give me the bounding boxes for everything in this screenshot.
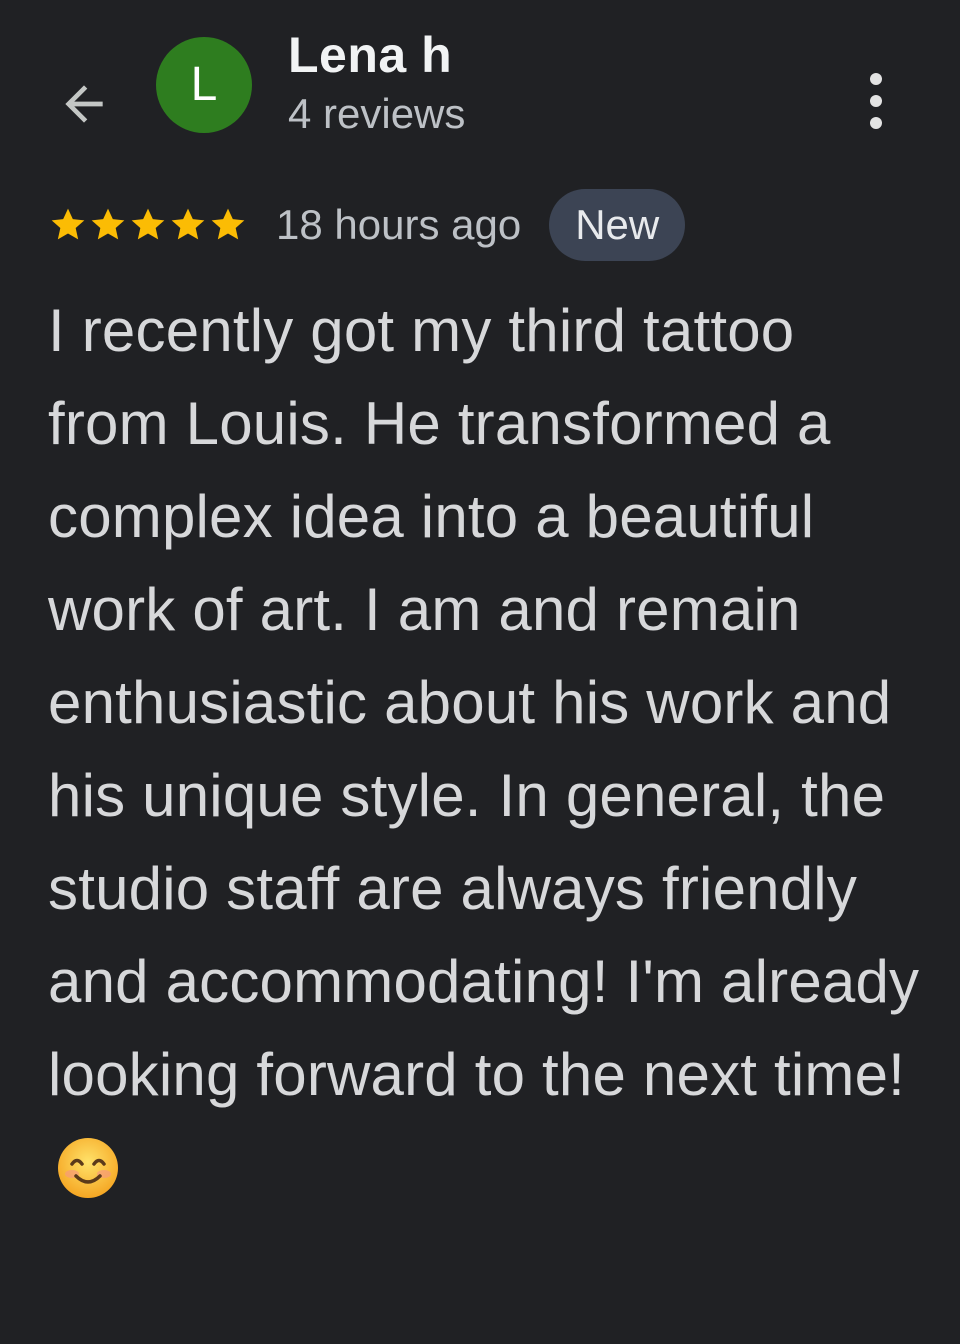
star-rating xyxy=(48,205,248,245)
back-button[interactable] xyxy=(52,72,116,136)
more-options-button[interactable] xyxy=(848,70,904,132)
review-count: 4 reviews xyxy=(288,90,466,137)
more-vertical-icon xyxy=(870,73,882,129)
arrow-back-icon xyxy=(65,85,103,123)
avatar[interactable]: L xyxy=(156,37,252,133)
star-icon xyxy=(211,208,245,240)
smiling-face-icon xyxy=(58,1138,118,1198)
reviewer-name[interactable]: Lena h xyxy=(288,26,452,84)
avatar-letter: L xyxy=(190,58,218,111)
review-time: 18 hours ago xyxy=(276,201,522,248)
star-icon xyxy=(131,208,165,240)
star-icon xyxy=(51,208,85,240)
review-text: I recently got my third tattoo from Loui… xyxy=(48,284,928,1214)
star-icon xyxy=(171,208,205,240)
new-badge: New xyxy=(549,189,686,261)
rating-row: 18 hours ago New xyxy=(48,188,686,262)
review-body: I recently got my third tattoo from Loui… xyxy=(48,297,920,1108)
star-icon xyxy=(91,208,125,240)
